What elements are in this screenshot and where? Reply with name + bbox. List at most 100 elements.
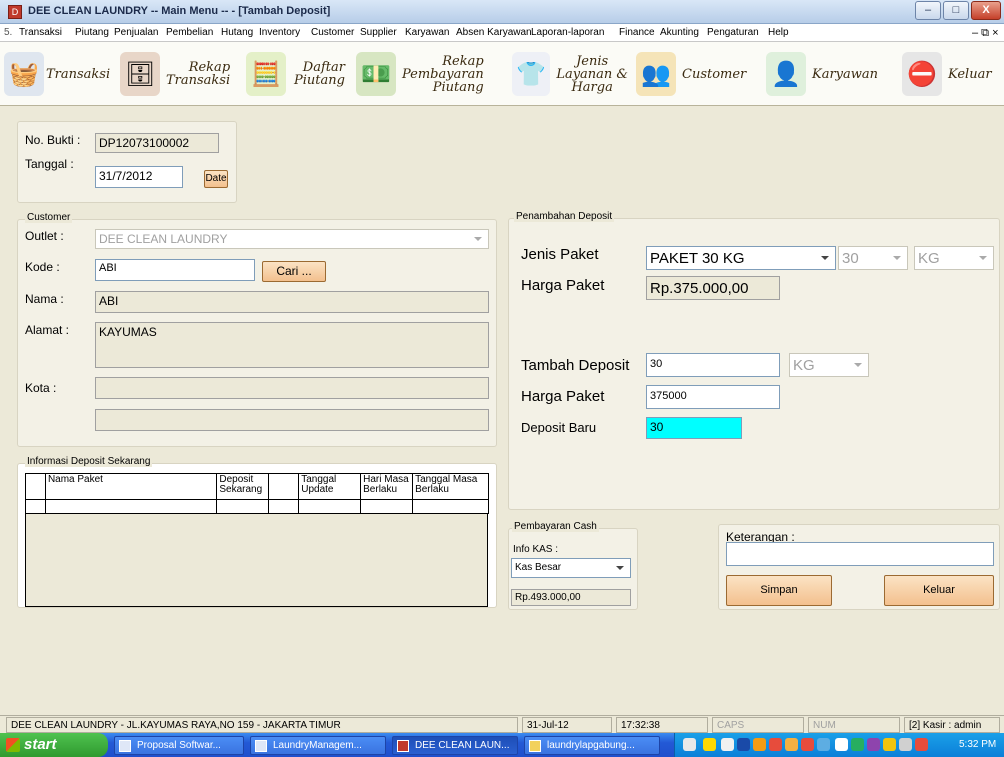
tanggal-input[interactable]: 31/7/2012 bbox=[95, 166, 183, 188]
kota-field bbox=[95, 377, 489, 399]
tray-icon[interactable] bbox=[785, 738, 798, 751]
kode-input[interactable]: ABI bbox=[95, 259, 255, 281]
status-date: 31-Jul-12 bbox=[522, 717, 612, 733]
deposit-grid-table: Nama Paket Deposit Sekarang Tanggal Upda… bbox=[25, 473, 489, 514]
menu-hutang[interactable]: Hutang bbox=[221, 27, 253, 38]
chevron-down-icon bbox=[893, 256, 901, 260]
task-proposal[interactable]: Proposal Softwar... bbox=[114, 736, 244, 755]
kas-select[interactable]: Kas Besar bbox=[511, 558, 631, 578]
menu-karyawan[interactable]: Karyawan bbox=[405, 27, 449, 38]
row-selector[interactable] bbox=[25, 499, 46, 514]
menu-akunting[interactable]: Akunting bbox=[660, 27, 699, 38]
tray-icon[interactable] bbox=[753, 738, 766, 751]
tambah-deposit-input[interactable]: 30 bbox=[646, 353, 780, 377]
notify-icon[interactable] bbox=[703, 738, 716, 751]
customers-icon: 👥 bbox=[636, 52, 676, 96]
tray-icon[interactable] bbox=[817, 738, 830, 751]
qty-value: 30 bbox=[842, 250, 859, 267]
toolbar-rekap-pembayaran-button[interactable]: 💵 Rekap Pembayaran Piutang bbox=[356, 48, 506, 100]
tray-icon[interactable] bbox=[801, 738, 814, 751]
menu-transaksi[interactable]: Transaksi bbox=[19, 27, 62, 38]
laundry-icon: 🧺 bbox=[4, 52, 44, 96]
toolbar-keluar-button[interactable]: ⛔ Keluar bbox=[902, 48, 1002, 100]
network-icon[interactable] bbox=[899, 738, 912, 751]
toolbar-rekap-transaksi-button[interactable]: 🗄 Rekap Transaksi bbox=[120, 48, 240, 100]
folder-icon bbox=[255, 740, 267, 752]
paint-icon bbox=[529, 740, 541, 752]
menu-piutang[interactable]: Piutang bbox=[75, 27, 109, 38]
app-icon[interactable]: D bbox=[8, 5, 22, 19]
close-button[interactable]: X bbox=[971, 1, 1001, 20]
menu-pengaturan[interactable]: Pengaturan bbox=[707, 27, 759, 38]
penambahan-legend: Penambahan Deposit bbox=[514, 211, 615, 222]
toolbar-transaksi-button[interactable]: 🧺 Transaksi bbox=[4, 48, 114, 100]
tray-icon[interactable] bbox=[867, 738, 880, 751]
taskbar: start Proposal Softwar... LaundryManagem… bbox=[0, 733, 1004, 757]
kota-label: Kota : bbox=[25, 381, 57, 395]
tray-icon[interactable] bbox=[769, 738, 782, 751]
tray-icon[interactable] bbox=[915, 738, 928, 751]
clock[interactable]: 5:32 PM bbox=[959, 739, 996, 750]
keterangan-input[interactable] bbox=[726, 542, 994, 566]
task-label: DEE CLEAN LAUN... bbox=[415, 740, 510, 751]
harga-paket2-input[interactable]: 375000 bbox=[646, 385, 780, 409]
col-nama-paket[interactable]: Nama Paket bbox=[44, 473, 218, 500]
menu-pembelian[interactable]: Pembelian bbox=[166, 27, 213, 38]
col-tanggal-update[interactable]: Tanggal Update bbox=[298, 473, 362, 500]
tambah-deposit-label: Tambah Deposit bbox=[521, 357, 630, 374]
status-num: NUM bbox=[808, 717, 900, 733]
table-row[interactable] bbox=[25, 499, 489, 514]
menu-laporan[interactable]: Laporan-laporan bbox=[531, 27, 604, 38]
menu-finance[interactable]: Finance bbox=[619, 27, 655, 38]
menu-absen-karyawan[interactable]: Absen Karyawan bbox=[456, 27, 532, 38]
system-tray: 5:32 PM bbox=[674, 733, 1004, 757]
customer-legend: Customer bbox=[25, 212, 73, 223]
tray-icon[interactable] bbox=[851, 738, 864, 751]
menu-supplier[interactable]: Supplier bbox=[360, 27, 397, 38]
tray-icon[interactable] bbox=[737, 738, 750, 751]
task-dee-clean[interactable]: DEE CLEAN LAUN... bbox=[392, 736, 518, 755]
deposit-baru-field: 30 bbox=[646, 417, 742, 439]
menu-help[interactable]: Help bbox=[768, 27, 789, 38]
minimize-button[interactable]: – bbox=[915, 1, 941, 20]
toolbar: 🧺 Transaksi 🗄 Rekap Transaksi 🧮 Daftar P… bbox=[0, 42, 1004, 106]
tray-icon[interactable] bbox=[883, 738, 896, 751]
col-blank[interactable] bbox=[268, 473, 300, 500]
chevron-down-icon bbox=[616, 566, 624, 570]
tray-icon[interactable] bbox=[835, 738, 848, 751]
menu-customer[interactable]: Customer bbox=[311, 27, 354, 38]
maximize-button[interactable]: □ bbox=[943, 1, 969, 20]
col-deposit-sekarang[interactable]: Deposit Sekarang bbox=[216, 473, 270, 500]
saldo-kas-field: Rp.493.000,00 bbox=[511, 589, 631, 606]
app-icon bbox=[397, 740, 409, 752]
kode-label: Kode : bbox=[25, 260, 60, 274]
tray-icon[interactable] bbox=[721, 738, 734, 751]
harga-paket-label: Harga Paket bbox=[521, 277, 605, 294]
date-button[interactable]: Date bbox=[204, 170, 228, 188]
jenis-paket-select[interactable]: PAKET 30 KG bbox=[646, 246, 836, 270]
mdi-controls[interactable]: – ⧉ × bbox=[972, 27, 999, 40]
help-icon[interactable] bbox=[683, 738, 696, 751]
menu-penjualan[interactable]: Penjualan bbox=[114, 27, 158, 38]
cari-button[interactable]: Cari ... bbox=[262, 261, 326, 282]
harga-paket-field: Rp.375.000,00 bbox=[646, 276, 780, 300]
toolbar-customer-button[interactable]: 👥 Customer bbox=[636, 48, 758, 100]
col-tanggal-masa-berlaku[interactable]: Tanggal Masa Berlaku bbox=[412, 473, 489, 500]
toolbar-daftar-piutang-button[interactable]: 🧮 Daftar Piutang bbox=[246, 48, 350, 100]
unit-select: KG bbox=[914, 246, 994, 270]
task-laundry-lap[interactable]: laundrylapgabung... bbox=[524, 736, 660, 755]
toolbar-label: Rekap Pembayaran Piutang bbox=[402, 53, 484, 95]
toolbar-jenis-layanan-button[interactable]: 👕 Jenis Layanan & Harga bbox=[512, 48, 628, 100]
col-hari-masa-berlaku[interactable]: Hari Masa Berlaku bbox=[360, 473, 414, 500]
task-laundry-management[interactable]: LaundryManagem... bbox=[250, 736, 386, 755]
simpan-button[interactable]: Simpan bbox=[726, 575, 832, 606]
no-bukti-label: No. Bukti : bbox=[25, 133, 81, 147]
mdi-icon[interactable]: 5. bbox=[4, 27, 12, 38]
nama-label: Nama : bbox=[25, 292, 64, 306]
row-selector-header bbox=[25, 473, 46, 500]
unit-value: KG bbox=[918, 250, 940, 267]
toolbar-karyawan-button[interactable]: 👤 Karyawan bbox=[766, 48, 900, 100]
keluar-button[interactable]: Keluar bbox=[884, 575, 994, 606]
menu-inventory[interactable]: Inventory bbox=[259, 27, 300, 38]
start-button[interactable]: start bbox=[0, 733, 108, 757]
